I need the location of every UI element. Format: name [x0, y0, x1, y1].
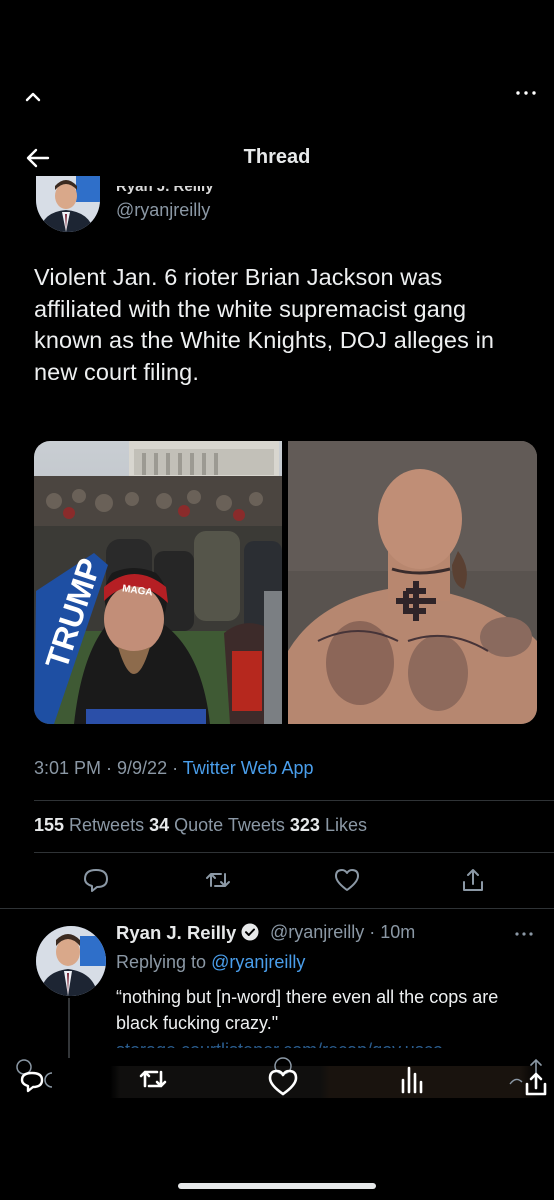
share-icon[interactable]	[506, 1054, 550, 1098]
engagement-stats[interactable]: 155 Retweets 34 Quote Tweets 323 Likes	[34, 815, 367, 836]
avatar[interactable]	[36, 176, 100, 232]
analytics-icon[interactable]	[398, 1060, 426, 1094]
reply-icon[interactable]	[82, 866, 110, 894]
verified-badge-icon	[241, 923, 259, 941]
share-icon[interactable]	[459, 866, 487, 894]
retweet-icon[interactable]	[136, 1062, 170, 1096]
tweet-image-tattooed-back[interactable]	[288, 441, 537, 724]
like-heart-icon[interactable]	[333, 866, 361, 894]
replying-handle[interactable]: @ryanjreilly	[211, 952, 305, 972]
retweet-count[interactable]: 155	[34, 815, 64, 835]
more-options-icon[interactable]	[514, 86, 538, 100]
author-name[interactable]: Ryan J. Reilly	[116, 186, 214, 195]
thread-line	[68, 998, 70, 1058]
replying-to: Replying to @ryanjreilly	[116, 952, 305, 973]
tweet-source[interactable]: Twitter Web App	[183, 758, 314, 778]
divider	[34, 852, 554, 853]
replying-prefix: Replying to	[116, 952, 212, 972]
tweet-time: 3:01 PM · 9/9/22 ·	[34, 758, 183, 778]
author-handle[interactable]: @ryanjreilly	[116, 200, 210, 221]
retweets-label[interactable]: Retweets	[64, 815, 144, 835]
reply-icon[interactable]	[12, 1056, 52, 1096]
quotes-label[interactable]: Quote Tweets	[169, 815, 285, 835]
divider	[0, 908, 554, 909]
reply-more-icon[interactable]	[514, 930, 534, 938]
reply-author-line[interactable]: Ryan J. Reilly	[116, 922, 259, 944]
bottom-action-bar	[0, 1052, 554, 1108]
like-heart-icon[interactable]	[266, 1056, 300, 1096]
quote-count[interactable]: 34	[149, 815, 169, 835]
like-count[interactable]: 323	[290, 815, 320, 835]
reply-avatar[interactable]	[36, 926, 106, 996]
tweet-timestamp: 3:01 PM · 9/9/22 · Twitter Web App	[34, 758, 313, 779]
divider	[34, 800, 554, 801]
tweet-image-crowd-selfie[interactable]: TRUMP MAGA	[34, 441, 282, 724]
retweet-icon[interactable]	[204, 866, 232, 894]
reply-author-name[interactable]: Ryan J. Reilly	[116, 922, 236, 943]
reply-handle[interactable]: @ryanjreilly · 10m	[270, 922, 415, 943]
page-title: Thread	[243, 146, 311, 168]
home-indicator[interactable]	[178, 1183, 376, 1189]
reply-text: “nothing but [n-word] there even all the…	[116, 987, 499, 1033]
chevron-up-icon[interactable]	[22, 86, 44, 106]
tweet-text: Violent Jan. 6 rioter Brian Jackson was …	[34, 264, 495, 385]
likes-label[interactable]: Likes	[320, 815, 367, 835]
